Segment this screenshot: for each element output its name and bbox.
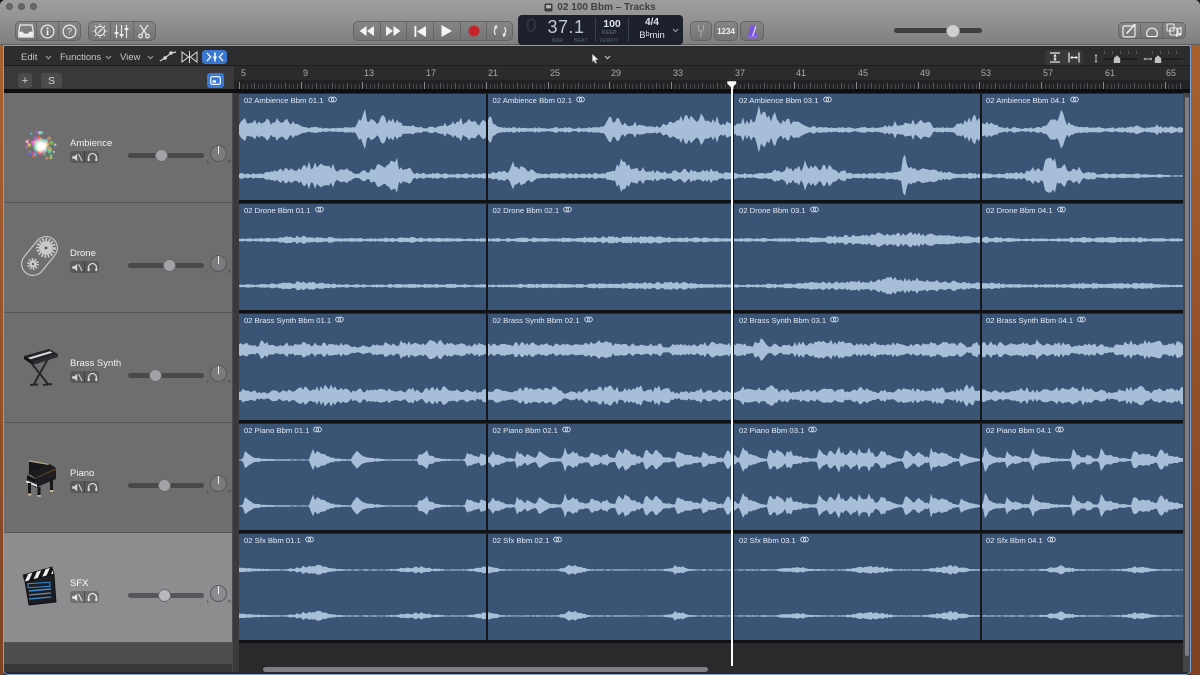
svg-text:?: ? — [67, 26, 72, 36]
